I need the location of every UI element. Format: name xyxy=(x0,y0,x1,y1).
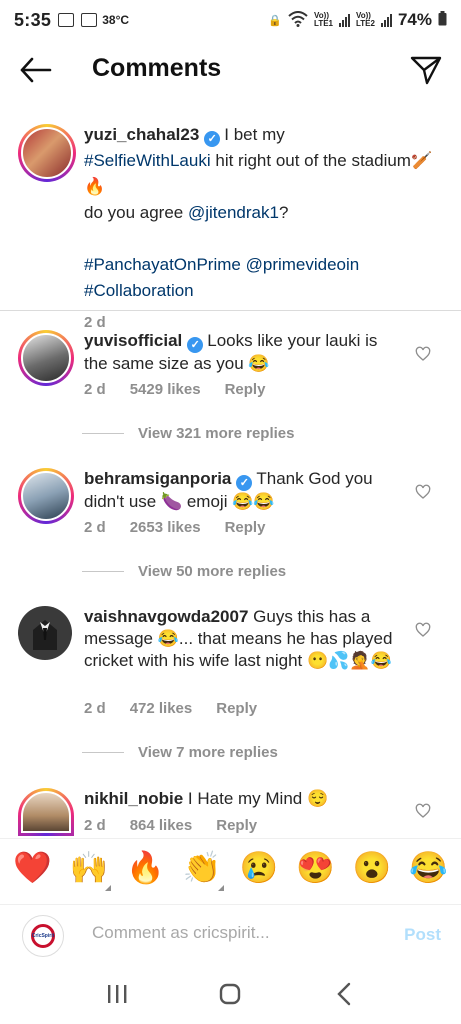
network-2-label: Vo)) LTE2 xyxy=(356,11,375,28)
suit-icon xyxy=(33,620,57,650)
view-replies-label: View 7 more replies xyxy=(138,744,278,761)
view-replies-button[interactable]: View 7 more replies xyxy=(82,744,278,761)
surprised-emoji-button[interactable]: 😮 xyxy=(352,852,392,883)
comment-time: 2 d xyxy=(84,700,106,717)
view-replies-label: View 321 more replies xyxy=(138,425,295,442)
laughing-emoji-button[interactable]: 😂 xyxy=(409,852,449,883)
caption-text-part: do you agree xyxy=(84,203,184,222)
gallery-icon xyxy=(81,13,98,27)
back-nav-button[interactable] xyxy=(329,979,359,1009)
page-title: Comments xyxy=(92,54,222,82)
replies-line xyxy=(82,571,124,572)
back-button[interactable] xyxy=(18,54,54,86)
logo-text: CricSpirit xyxy=(31,933,55,939)
comment-username[interactable]: vaishnavgowda2007 xyxy=(84,607,248,626)
comment-text: nikhil_nobie I Hate my Mind 😌 xyxy=(84,788,404,810)
reply-button[interactable]: Reply xyxy=(225,381,266,398)
comment-text: vaishnavgowda2007 Guys this has a messag… xyxy=(84,606,404,672)
avatar[interactable] xyxy=(18,124,76,182)
wifi-icon xyxy=(288,10,308,30)
mention-link[interactable]: @primevideoin xyxy=(246,255,360,274)
hashtag-link[interactable]: #Collaboration xyxy=(84,281,194,300)
temperature: 38°C xyxy=(102,13,130,27)
network-1-label: Vo)) LTE1 xyxy=(314,11,333,28)
mention-link[interactable]: @jitendrak1 xyxy=(188,203,279,222)
comment-text: behramsiganporia ✓ Thank God you didn't us… xyxy=(84,468,404,513)
cricspirit-logo: CricSpirit xyxy=(31,924,55,948)
battery-level: 74% xyxy=(397,10,432,29)
hashtag-link[interactable]: #SelfieWithLauki xyxy=(84,151,211,170)
system-nav-bar xyxy=(0,964,461,1024)
caption-text-part: ? xyxy=(278,203,289,222)
comment-meta: 2 d 2653 likes Reply xyxy=(84,519,265,536)
replies-line xyxy=(82,752,124,753)
signal-2-icon xyxy=(380,13,392,27)
caption-username[interactable]: yuzi_chahal23 xyxy=(84,125,199,144)
reply-button[interactable]: Reply xyxy=(216,817,257,834)
signal-1-icon xyxy=(339,13,350,27)
view-replies-button[interactable]: View 321 more replies xyxy=(82,425,294,442)
verified-icon: ✓ xyxy=(187,337,204,353)
battery-icon xyxy=(438,11,447,29)
status-time: 5:35 xyxy=(14,9,52,30)
heart-emoji-button[interactable]: ❤️ xyxy=(12,852,52,883)
comment-time: 2 d xyxy=(84,381,106,398)
home-icon xyxy=(220,983,241,1005)
view-replies-button[interactable]: View 50 more replies xyxy=(82,563,286,580)
share-button[interactable] xyxy=(409,53,443,87)
caption-text: yuzi_chahal23 ✓ I bet my #SelfieWithLauki … xyxy=(84,122,444,336)
back-arrow-icon xyxy=(20,57,52,83)
hashtag-link[interactable]: #PanchayatOnPrime xyxy=(84,255,241,274)
heart-icon[interactable] xyxy=(415,484,431,500)
raised-hands-emoji-button[interactable]: 🙌 xyxy=(69,852,111,891)
heart-icon[interactable] xyxy=(415,346,431,362)
divider xyxy=(0,310,461,311)
reply-button[interactable]: Reply xyxy=(216,700,257,717)
view-replies-label: View 50 more replies xyxy=(138,563,287,580)
post-button[interactable]: Post xyxy=(404,925,441,945)
replies-line xyxy=(82,433,124,434)
my-avatar: CricSpirit xyxy=(22,915,64,957)
avatar[interactable] xyxy=(18,788,74,836)
comment-text: yuvisofficial ✓ Looks like your lauki is t… xyxy=(84,330,404,375)
comment-meta: 2 d 472 likes Reply xyxy=(84,700,257,717)
emoji-quick-bar: ❤️ 🙌 🔥 👏 😢 😍 😮 😂 xyxy=(0,838,461,896)
home-button[interactable] xyxy=(215,979,245,1009)
recent-apps-button[interactable] xyxy=(102,979,132,1009)
screen-record-icon xyxy=(58,13,75,27)
verified-icon: ✓ xyxy=(236,475,253,491)
avatar[interactable] xyxy=(18,468,74,524)
comment-time: 2 d xyxy=(84,519,106,536)
heart-icon[interactable] xyxy=(415,803,431,819)
avatar[interactable] xyxy=(18,606,72,660)
chevron-left-icon xyxy=(337,982,351,1006)
comment-username[interactable]: nikhil_nobie xyxy=(84,789,183,808)
comment-username[interactable]: behramsiganporia xyxy=(84,469,231,488)
clap-emoji-button[interactable]: 👏 xyxy=(182,852,225,891)
comment-body: I Hate my Mind 😌 xyxy=(187,789,329,808)
comment-time: 2 d xyxy=(84,817,106,834)
verified-icon: ✓ xyxy=(204,131,221,147)
header: Comments xyxy=(0,42,461,98)
crying-emoji-button[interactable]: 😢 xyxy=(239,852,279,883)
heart-icon[interactable] xyxy=(415,622,431,638)
paper-plane-icon xyxy=(410,56,442,85)
status-bar: 5:35 38°C 🔒 Vo)) LTE1 Vo)) LTE2 74% xyxy=(0,0,461,40)
heart-eyes-emoji-button[interactable]: 😍 xyxy=(295,852,335,883)
caption-text-part: I bet my xyxy=(224,125,285,144)
comment-meta: 2 d 864 likes Reply xyxy=(84,817,257,834)
comment-composer: CricSpirit Post xyxy=(0,904,461,964)
lock-icon: 🔒 xyxy=(268,14,283,27)
like-count[interactable]: 2653 likes xyxy=(130,519,201,536)
comment-input[interactable] xyxy=(92,923,372,943)
like-count[interactable]: 864 likes xyxy=(130,817,193,834)
comment-meta: 2 d 5429 likes Reply xyxy=(84,381,265,398)
comment-username[interactable]: yuvisofficial xyxy=(84,331,182,350)
avatar[interactable] xyxy=(18,330,74,386)
recent-apps-icon xyxy=(107,985,127,1003)
like-count[interactable]: 472 likes xyxy=(130,700,193,717)
fire-emoji-button[interactable]: 🔥 xyxy=(126,852,166,883)
like-count[interactable]: 5429 likes xyxy=(130,381,201,398)
reply-button[interactable]: Reply xyxy=(225,519,266,536)
